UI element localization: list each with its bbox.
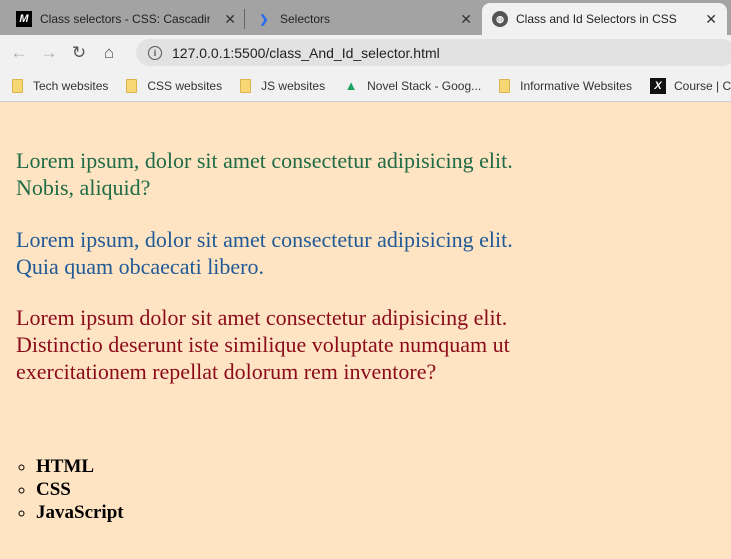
bookmark-js-websites[interactable]: JS websites <box>240 78 326 93</box>
bookmark-informative-websites[interactable]: Informative Websites <box>499 78 632 93</box>
reload-icon[interactable]: ↻ <box>68 43 90 63</box>
google-drive-icon: ▲ <box>344 78 358 93</box>
bookmark-label: Course | CS50 <box>673 78 731 93</box>
bookmark-label: CSS websites <box>147 78 223 93</box>
bookmark-label: Tech websites <box>33 78 109 93</box>
tab-strip: M Class selectors - CSS: Cascading Style… <box>0 0 731 35</box>
list-item: HTML <box>36 455 124 478</box>
home-icon[interactable]: ⌂ <box>98 43 120 63</box>
bookmark-label: Informative Websites <box>520 78 632 93</box>
bookmark-novel-stack[interactable]: ▲ Novel Stack - Goog... <box>343 78 481 94</box>
edx-icon: X <box>649 77 666 94</box>
tab-class-and-id-selectors[interactable]: ◍ Class and Id Selectors in CSS ✕ <box>482 3 727 35</box>
bookmark-course-cs50[interactable]: X Course | CS50 <box>649 77 731 94</box>
folder-icon <box>499 78 511 93</box>
mdn-icon: M <box>16 11 32 27</box>
info-icon[interactable]: i <box>148 45 162 60</box>
address-bar[interactable]: i 127.0.0.1:5500/class_And_Id_selector.h… <box>136 39 731 66</box>
bookmarks-bar: Tech websites CSS websites JS websites ▲… <box>0 70 731 102</box>
paragraph-blue: Lorem ipsum, dolor sit amet consectetur … <box>16 227 513 279</box>
close-tab-icon[interactable]: ✕ <box>224 11 236 28</box>
tab-title: Selectors <box>280 12 331 26</box>
bookmark-css-websites[interactable]: CSS websites <box>126 78 223 93</box>
globe-icon: ◍ <box>492 11 508 27</box>
bookmark-tech-websites[interactable]: Tech websites <box>12 78 109 93</box>
paragraph-red: Lorem ipsum dolor sit amet consectetur a… <box>16 305 510 384</box>
tab-title: Class and Id Selectors in CSS <box>516 12 677 26</box>
bookmark-label: JS websites <box>261 78 326 93</box>
tab-separator <box>244 9 245 29</box>
bookmark-label: Novel Stack - Goog... <box>367 78 482 93</box>
folder-icon <box>240 78 252 93</box>
forward-icon[interactable]: → <box>38 43 60 63</box>
browser-toolbar: ← → ↻ ⌂ i 127.0.0.1:5500/class_And_Id_se… <box>0 35 731 70</box>
language-list: HTML CSS JavaScript <box>36 455 124 524</box>
list-item: CSS <box>36 478 124 501</box>
list-item: JavaScript <box>36 501 124 524</box>
selectors-site-icon: ❯ <box>259 13 269 26</box>
tab-title: Class selectors - CSS: Cascading Style S… <box>40 12 210 26</box>
back-icon[interactable]: ← <box>8 43 30 63</box>
paragraph-green: Lorem ipsum, dolor sit amet consectetur … <box>16 148 513 200</box>
close-tab-icon[interactable]: ✕ <box>460 11 472 28</box>
close-tab-icon[interactable]: ✕ <box>705 11 717 28</box>
address-text: 127.0.0.1:5500/class_And_Id_selector.htm… <box>172 44 440 61</box>
folder-icon <box>12 78 23 93</box>
tab-class-selectors[interactable]: M Class selectors - CSS: Cascading Style… <box>6 3 246 35</box>
tab-selectors[interactable]: ❯ Selectors ✕ <box>246 3 482 35</box>
folder-icon <box>126 78 138 93</box>
